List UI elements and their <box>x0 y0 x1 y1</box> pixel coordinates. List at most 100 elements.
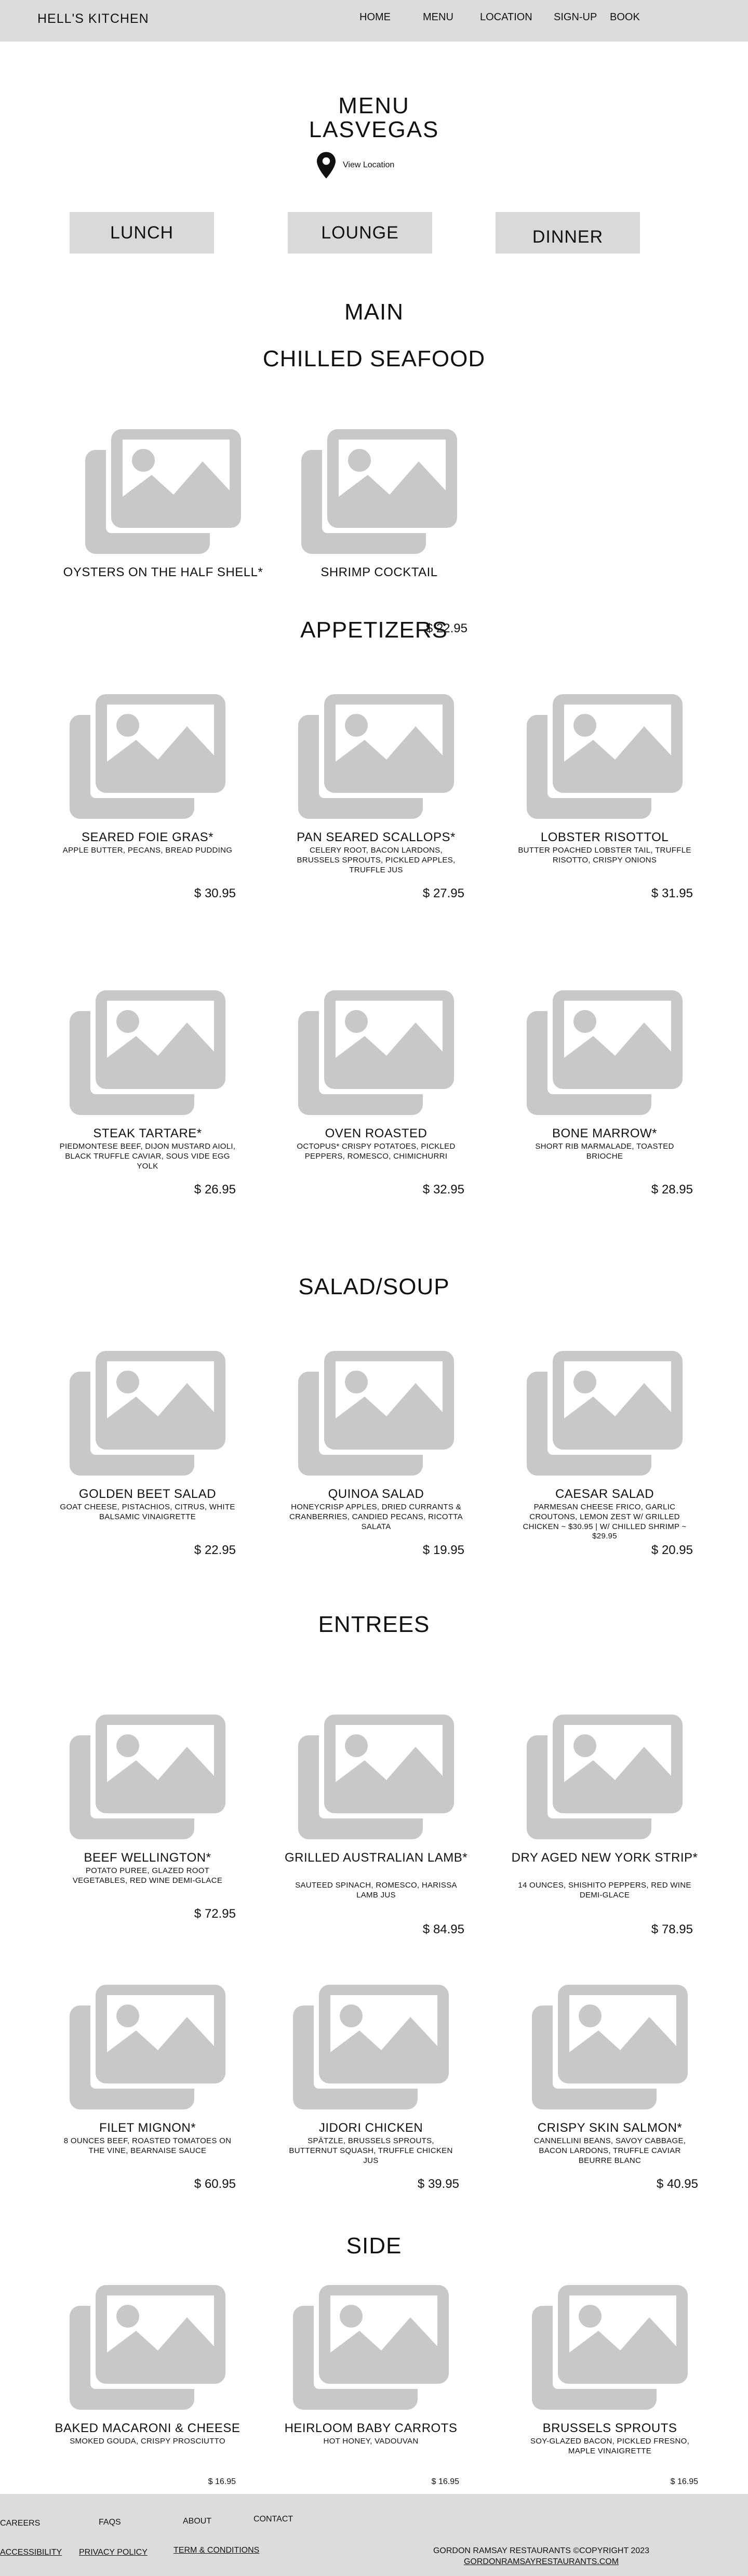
menu-item-card[interactable]: CAESAR SALAD PARMESAN CHEESE FRICO, GARLI… <box>496 1351 714 1559</box>
menu-item-card[interactable]: JIDORI CHICKEN SPÄTZLE, BRUSSELS SPROUTS,… <box>262 1985 480 2193</box>
footer-accessibility[interactable]: ACCESSIBILITY <box>0 2548 62 2557</box>
menu-item-name: JIDORI CHICKEN <box>318 2121 423 2135</box>
menu-item-price: $ 32.95 <box>422 1183 464 1197</box>
nav-home[interactable]: HOME <box>359 11 391 23</box>
menu-item-description: PIEDMONTESE BEEF, DIJON MUSTARD AIOLI, B… <box>59 1142 236 1171</box>
section-chilled-seafood: CHILLED SEAFOOD <box>262 346 486 371</box>
image-placeholder-icon <box>70 694 225 819</box>
menu-item-name: BEEF WELLINGTON* <box>84 1851 211 1865</box>
menu-item-card[interactable]: GRILLED AUSTRALIAN LAMB* SAUTEED SPINACH,… <box>267 1715 485 1936</box>
image-placeholder-icon <box>70 1351 225 1476</box>
menu-item-card[interactable]: BONE MARROW* SHORT RIB MARMALADE, TOASTED… <box>496 990 714 1198</box>
menu-item-name: BONE MARROW* <box>552 1126 657 1140</box>
menu-item-card[interactable]: SEARED FOIE GRAS* APPLE BUTTER, PECANS, B… <box>38 694 257 902</box>
menu-item-price: $ 22.95 <box>194 1543 236 1557</box>
nav-location[interactable]: LOCATION <box>480 11 532 23</box>
menu-item-name: CAESAR SALAD <box>555 1487 654 1501</box>
menu-item-price: $ 40.95 <box>656 2177 698 2191</box>
image-placeholder-icon <box>85 429 241 554</box>
menu-item-card[interactable]: BRUSSELS SPROUTS SOY-GLAZED BACON, PICKLE… <box>501 2285 719 2493</box>
menu-item-card[interactable]: CRISPY SKIN SALMON* CANNELLINI BEANS, SAV… <box>501 1985 719 2193</box>
view-location-link[interactable]: View Location <box>317 151 394 180</box>
image-placeholder-icon <box>298 694 454 819</box>
brand-logo[interactable]: HELL'S KITCHEN <box>37 11 149 26</box>
footer-terms[interactable]: TERM & CONDITIONS <box>173 2546 259 2555</box>
menu-item-description: SAUTEED SPINACH, ROMESCO, HARISSA LAMB J… <box>295 1881 457 1900</box>
menu-item-name: DRY AGED NEW YORK STRIP* <box>511 1851 698 1865</box>
menu-item-price: $ 27.95 <box>422 886 464 900</box>
menu-item-price: $ 20.95 <box>651 1543 693 1557</box>
menu-item-card[interactable]: OYSTERS ON THE HALF SHELL* <box>54 429 272 637</box>
tab-lunch[interactable]: LUNCH <box>70 212 214 254</box>
menu-item-card[interactable]: LOBSTER RISOTTOL BUTTER POACHED LOBSTER T… <box>496 694 714 902</box>
image-placeholder-icon <box>527 990 683 1115</box>
tab-dinner[interactable]: DINNER <box>496 212 640 254</box>
menu-item-name: CRISPY SKIN SALMON* <box>537 2121 683 2135</box>
menu-item-name: GRILLED AUSTRALIAN LAMB* <box>284 1851 468 1865</box>
menu-item-description: BUTTER POACHED LOBSTER TAIL, TRUFFLE RIS… <box>518 846 691 865</box>
menu-item-card[interactable]: PAN SEARED SCALLOPS* CELERY ROOT, BACON L… <box>267 694 485 902</box>
menu-item-description: SOY-GLAZED BACON, PICKLED FRESNO, MAPLE … <box>530 2437 690 2455</box>
menu-item-name: HEIRLOOM BABY CARROTS <box>284 2421 458 2435</box>
menu-item-card[interactable]: BAKED MACARONI & CHEESE SMOKED GOUDA, CRI… <box>38 2285 257 2493</box>
nav-book[interactable]: BOOK <box>610 11 640 23</box>
menu-item-price: $ 28.95 <box>651 1183 693 1197</box>
menu-item-card[interactable]: STEAK TARTARE* PIEDMONTESE BEEF, DIJON MU… <box>38 990 257 1198</box>
menu-item-card[interactable]: GOLDEN BEET SALAD GOAT CHEESE, PISTACHIOS… <box>38 1351 257 1559</box>
menu-item-description: PARMESAN CHEESE FRICO, GARLIC CROUTONS, … <box>523 1503 687 1541</box>
menu-item-name: BRUSSELS SPROUTS <box>542 2421 677 2435</box>
menu-item-price: $ 31.95 <box>651 886 693 900</box>
image-placeholder-icon <box>527 1351 683 1476</box>
menu-item-price: $ 39.95 <box>417 2177 459 2191</box>
menu-item-price: $ 26.95 <box>194 1183 236 1197</box>
nav-sign-up[interactable]: SIGN-UP <box>554 11 597 23</box>
menu-item-price: $ 16.95 <box>431 2477 459 2486</box>
menu-item-description: SPÄTZLE, BRUSSELS SPROUTS, BUTTERNUT SQU… <box>289 2136 453 2165</box>
menu-item-card[interactable]: OVEN ROASTED OCTOPUS* CRISPY POTATOES, PI… <box>267 990 485 1198</box>
section-side: SIDE <box>346 2233 402 2259</box>
menu-item-price: $ 84.95 <box>422 1922 464 1936</box>
menu-item-price: $ 22.95 <box>425 621 468 635</box>
menu-item-description: OCTOPUS* CRISPY POTATOES, PICKLED PEPPER… <box>297 1142 456 1161</box>
menu-item-description: GOAT CHEESE, PISTACHIOS, CITRUS, WHITE B… <box>60 1503 235 1521</box>
menu-item-card[interactable]: FILET MIGNON* 8 OUNCES BEEF, ROASTED TOMA… <box>38 1985 257 2193</box>
menu-item-card[interactable]: QUINOA SALAD HONEYCRISP APPLES, DRIED CUR… <box>267 1351 485 1559</box>
menu-item-card[interactable]: SHRIMP COCKTAIL $ 22.95 <box>270 429 488 637</box>
menu-item-name: LOBSTER RISOTTOL <box>540 830 669 844</box>
menu-item-card[interactable]: DRY AGED NEW YORK STRIP* 14 OUNCES, SHISH… <box>496 1715 714 1936</box>
menu-item-price: $ 60.95 <box>194 2177 236 2191</box>
page-subtitle: LASVEGAS <box>309 117 439 142</box>
menu-item-price: $ 16.95 <box>670 2477 698 2486</box>
menu-item-name: OYSTERS ON THE HALF SHELL* <box>63 565 263 579</box>
page-title: MENU <box>338 93 410 118</box>
footer-about[interactable]: ABOUT <box>183 2517 211 2526</box>
menu-item-name: SEARED FOIE GRAS* <box>82 830 213 844</box>
image-placeholder-icon <box>70 2285 225 2410</box>
menu-item-name: STEAK TARTARE* <box>93 1126 202 1140</box>
image-placeholder-icon <box>301 429 457 554</box>
image-placeholder-icon <box>70 990 225 1115</box>
footer-privacy-policy[interactable]: PRIVACY POLICY <box>79 2548 148 2557</box>
menu-item-description: 8 OUNCES BEEF, ROASTED TOMATOES ON THE V… <box>63 2136 232 2155</box>
tab-lounge[interactable]: LOUNGE <box>288 212 432 254</box>
menu-item-price: $ 30.95 <box>194 886 236 900</box>
footer-contact[interactable]: CONTACT <box>253 2515 293 2524</box>
menu-item-card[interactable]: HEIRLOOM BABY CARROTS HOT HONEY, VADOUVAN… <box>262 2285 480 2493</box>
copyright-text: GORDON RAMSAY RESTAURANTS ©COPYRIGHT 202… <box>433 2546 649 2555</box>
image-placeholder-icon <box>293 2285 449 2410</box>
map-pin-icon <box>317 152 336 179</box>
menu-item-description: POTATO PUREE, GLAZED ROOT VEGETABLES, RE… <box>72 1866 223 1885</box>
footer-careers[interactable]: CAREERS <box>0 2519 40 2528</box>
nav-menu[interactable]: MENU <box>423 11 453 23</box>
website-link[interactable]: GORDONRAMSAYRESTAURANTS.COM <box>433 2557 649 2568</box>
menu-item-name: PAN SEARED SCALLOPS* <box>297 830 456 844</box>
menu-item-description: SMOKED GOUDA, CRISPY PROSCIUTTO <box>70 2437 225 2446</box>
footer-faqs[interactable]: FAQS <box>99 2518 121 2527</box>
copyright: GORDON RAMSAY RESTAURANTS ©COPYRIGHT 202… <box>433 2546 649 2568</box>
menu-item-description: CANNELLINI BEANS, SAVOY CABBAGE, BACON L… <box>533 2136 686 2165</box>
section-entrees: ENTREES <box>318 1612 430 1637</box>
image-placeholder-icon <box>527 694 683 819</box>
menu-item-card[interactable]: BEEF WELLINGTON* POTATO PUREE, GLAZED ROO… <box>38 1715 257 1922</box>
image-placeholder-icon <box>298 1715 454 1839</box>
section-salad-soup: SALAD/SOUP <box>298 1274 450 1299</box>
